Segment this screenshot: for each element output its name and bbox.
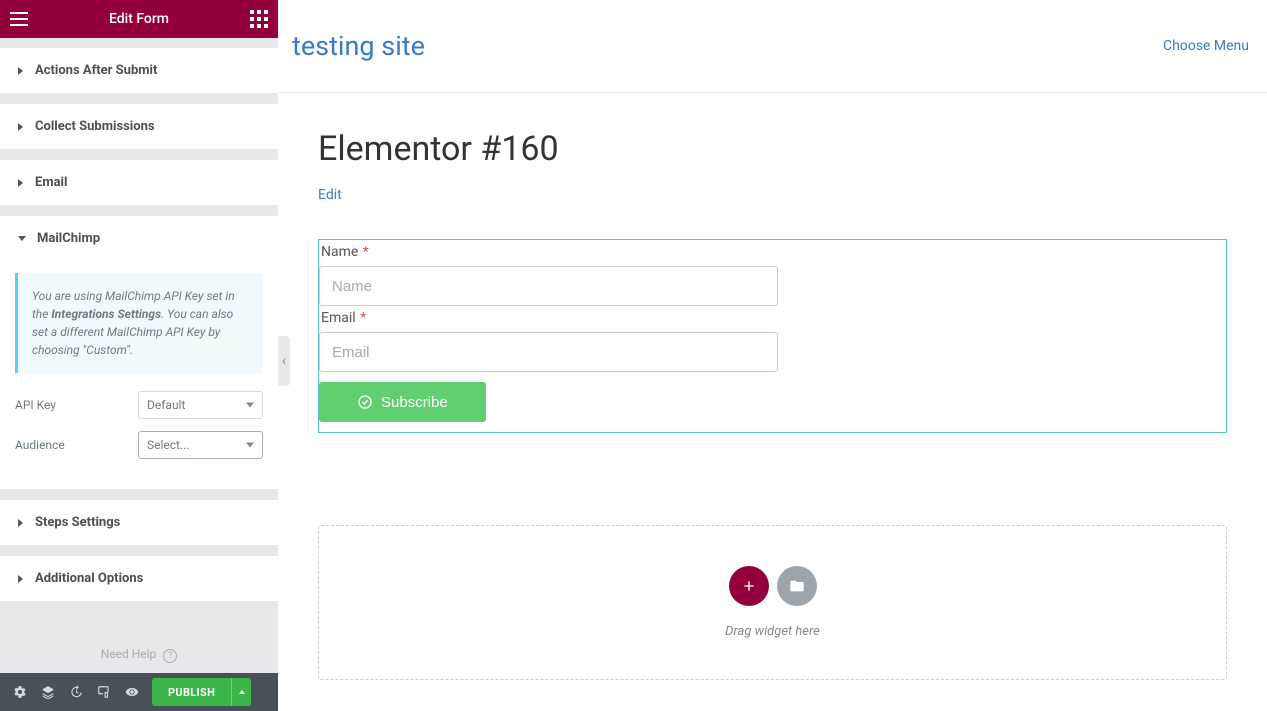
publish-options-toggle[interactable]	[231, 678, 251, 706]
required-asterisk: *	[357, 310, 367, 326]
section-label: Steps Settings	[35, 515, 120, 530]
name-label: Name *	[319, 240, 787, 266]
email-column: Email *	[319, 306, 787, 372]
navigator-icon[interactable]	[34, 678, 62, 706]
api-key-label: API Key	[15, 398, 56, 412]
audience-row: Audience Select...	[15, 431, 263, 459]
sidebar-footer: PUBLISH	[0, 673, 278, 711]
preview-canvas: testing site Choose Menu Elementor #160 …	[278, 0, 1267, 711]
subscribe-button[interactable]: Subscribe	[319, 382, 486, 422]
section-label: Additional Options	[35, 571, 143, 586]
name-input[interactable]	[319, 266, 778, 306]
choose-menu-link[interactable]: Choose Menu	[1163, 38, 1249, 54]
sidebar-title: Edit Form	[109, 11, 169, 27]
page-title: Elementor #160	[318, 129, 1227, 169]
page-content: Elementor #160 Edit Name * Email * Subsc…	[278, 93, 1267, 711]
audience-label: Audience	[15, 438, 65, 452]
responsive-icon[interactable]	[90, 678, 118, 706]
check-circle-icon	[357, 394, 373, 410]
collapse-sidebar-handle[interactable]: ‹	[278, 336, 290, 386]
caret-right-icon	[18, 519, 23, 527]
section-collect-submissions[interactable]: Collect Submissions	[0, 104, 278, 150]
section-label: MailChimp	[37, 231, 100, 246]
settings-icon[interactable]	[6, 678, 34, 706]
editor-sidebar: Edit Form Actions After Submit Collect S…	[0, 0, 278, 711]
caret-right-icon	[18, 123, 23, 131]
template-library-button[interactable]	[777, 566, 817, 606]
question-icon: ?	[163, 649, 177, 663]
caret-right-icon	[18, 575, 23, 583]
section-label: Collect Submissions	[35, 119, 155, 134]
section-mailchimp: MailChimp You are using MailChimp API Ke…	[0, 216, 278, 490]
history-icon[interactable]	[62, 678, 90, 706]
section-email[interactable]: Email	[0, 160, 278, 206]
email-input[interactable]	[319, 332, 778, 372]
api-key-select[interactable]: Default	[138, 391, 263, 419]
caret-right-icon	[18, 179, 23, 187]
sidebar-header: Edit Form	[0, 0, 278, 38]
audience-select[interactable]: Select...	[138, 431, 263, 459]
section-additional-options[interactable]: Additional Options	[0, 556, 278, 602]
add-section-button[interactable]	[729, 566, 769, 606]
section-mailchimp-body: You are using MailChimp API Key set in t…	[0, 261, 278, 489]
section-label: Email	[35, 175, 67, 190]
site-header: testing site Choose Menu	[278, 0, 1267, 93]
panel-body: Actions After Submit Collect Submissions…	[0, 38, 278, 673]
apps-grid-icon[interactable]	[250, 10, 268, 28]
mailchimp-notice: You are using MailChimp API Key set in t…	[15, 273, 263, 373]
api-key-row: API Key Default	[15, 391, 263, 419]
email-label: Email *	[319, 306, 787, 332]
section-actions-after-submit[interactable]: Actions After Submit	[0, 48, 278, 94]
caret-down-icon	[18, 236, 26, 241]
publish-button[interactable]: PUBLISH	[152, 678, 231, 706]
section-label: Actions After Submit	[35, 63, 157, 78]
widget-dropzone[interactable]: Drag widget here	[318, 525, 1227, 680]
section-steps-settings[interactable]: Steps Settings	[0, 500, 278, 546]
edit-link[interactable]: Edit	[318, 187, 342, 203]
need-help[interactable]: Need Help ?	[0, 602, 278, 673]
hamburger-icon[interactable]	[10, 12, 28, 26]
preview-icon[interactable]	[118, 678, 146, 706]
section-mailchimp-header[interactable]: MailChimp	[0, 216, 278, 261]
site-title[interactable]: testing site	[292, 30, 425, 62]
required-asterisk: *	[359, 244, 369, 260]
form-widget[interactable]: Name * Email * Subscribe	[318, 239, 1227, 433]
caret-right-icon	[18, 67, 23, 75]
dropzone-text: Drag widget here	[725, 624, 820, 639]
name-column: Name *	[319, 240, 787, 306]
